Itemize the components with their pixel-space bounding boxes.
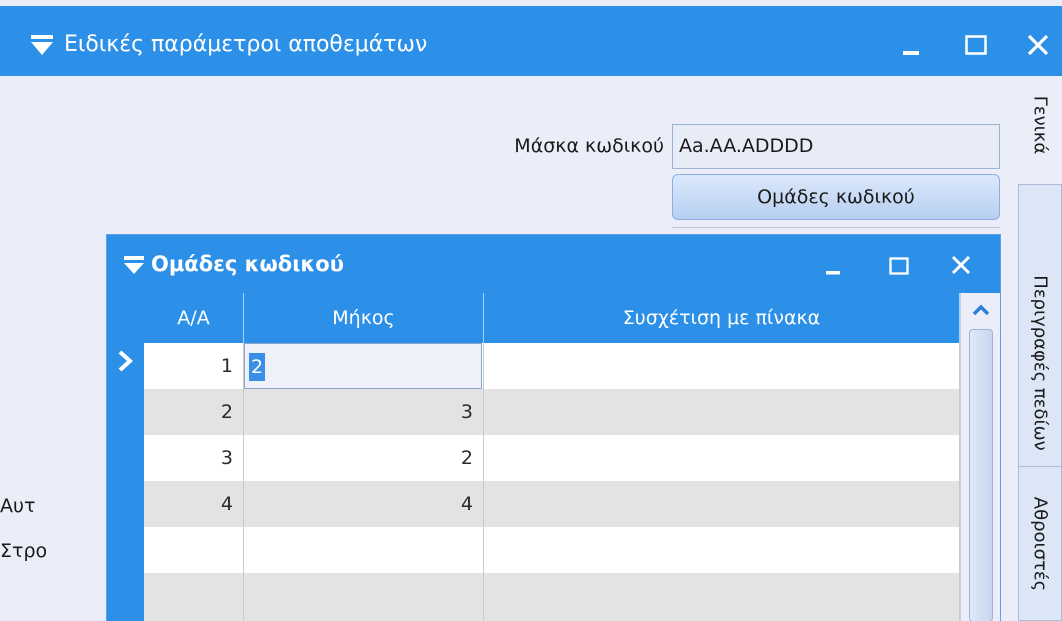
cell-length[interactable]: 4 — [244, 481, 484, 527]
button-underline — [672, 222, 1000, 228]
maximize-icon[interactable] — [883, 253, 915, 279]
truncated-field-label: Στρο — [0, 540, 48, 562]
row-indicator-column — [107, 293, 144, 621]
chevron-down-icon[interactable] — [123, 255, 145, 275]
minimize-icon[interactable] — [896, 30, 926, 60]
close-icon[interactable] — [1020, 28, 1056, 62]
dialog-title-bar: Ομάδες κωδικού — [107, 235, 1000, 293]
column-header-relation[interactable]: Συσχέτιση με πίνακα — [484, 293, 960, 343]
tab-general-label: Γενικά — [1029, 95, 1051, 155]
code-groups-dialog: Ομάδες κωδικού Α/Α Μήκος Συσχέτιση με πί… — [106, 234, 1001, 621]
cell-aa[interactable]: 1 — [144, 343, 244, 389]
cell-length[interactable] — [244, 527, 484, 573]
code-mask-input[interactable]: Aa.AA.ADDDD — [672, 124, 1000, 169]
cell-aa[interactable]: 4 — [144, 481, 244, 527]
table-row[interactable]: 1 2 — [144, 343, 960, 389]
truncated-field-label: Αυτ — [0, 495, 36, 517]
side-tab-strip: Γενικά Περιγραφές πεδίων Αθροιστές — [1018, 76, 1062, 621]
chevron-down-icon[interactable] — [30, 34, 54, 56]
table-row[interactable] — [144, 573, 960, 621]
cell-relation[interactable] — [484, 435, 960, 481]
cell-aa[interactable] — [144, 527, 244, 573]
code-groups-button[interactable]: Ομάδες κωδικού — [672, 174, 1000, 220]
vertical-scrollbar[interactable] — [960, 293, 1000, 621]
column-header-length[interactable]: Μήκος — [244, 293, 484, 343]
code-mask-label: Μάσκα κωδικού — [514, 135, 664, 157]
cell-length[interactable]: 3 — [244, 389, 484, 435]
length-edit-value: 2 — [249, 353, 266, 381]
length-edit-field[interactable]: 2 — [244, 343, 482, 389]
window-title: Ειδικές παράμετροι αποθεμάτων — [64, 32, 428, 57]
scroll-up-icon[interactable] — [961, 293, 1001, 327]
close-icon[interactable] — [945, 250, 977, 280]
table-row[interactable]: 4 4 — [144, 481, 960, 527]
cell-relation[interactable] — [484, 481, 960, 527]
cell-relation[interactable] — [484, 389, 960, 435]
cell-length[interactable] — [244, 573, 484, 621]
maximize-icon[interactable] — [958, 30, 994, 60]
minimize-icon[interactable] — [819, 253, 847, 279]
table-row[interactable]: 3 2 — [144, 435, 960, 481]
cell-relation[interactable] — [484, 573, 960, 621]
cell-aa[interactable]: 3 — [144, 435, 244, 481]
stock-parameters-window: Ειδικές παράμετροι αποθεμάτων Μάσκα κωδι… — [0, 0, 1062, 621]
table-row[interactable]: 2 3 — [144, 389, 960, 435]
scrollbar-thumb[interactable] — [969, 329, 993, 621]
cell-relation[interactable] — [484, 343, 960, 389]
tab-totalizers-label: Αθροιστές — [1029, 496, 1051, 591]
cell-aa[interactable] — [144, 573, 244, 621]
cell-length[interactable]: 2 — [244, 435, 484, 481]
tab-totalizers[interactable]: Αθροιστές — [1018, 466, 1062, 621]
tab-field-descriptions-label: Περιγραφές πεδίων — [1029, 275, 1051, 451]
tab-general[interactable]: Γενικά — [1018, 76, 1062, 174]
cell-aa[interactable]: 2 — [144, 389, 244, 435]
dialog-title: Ομάδες κωδικού — [151, 252, 344, 276]
table-row[interactable] — [144, 527, 960, 573]
column-header-aa[interactable]: Α/Α — [144, 293, 244, 343]
row-pointer-icon — [115, 349, 135, 373]
code-groups-grid: Α/Α Μήκος Συσχέτιση με πίνακα 1 2 2 3 3 — [107, 293, 1000, 621]
window-title-bar: Ειδικές παράμετροι αποθεμάτων — [0, 6, 1062, 76]
cell-relation[interactable] — [484, 527, 960, 573]
